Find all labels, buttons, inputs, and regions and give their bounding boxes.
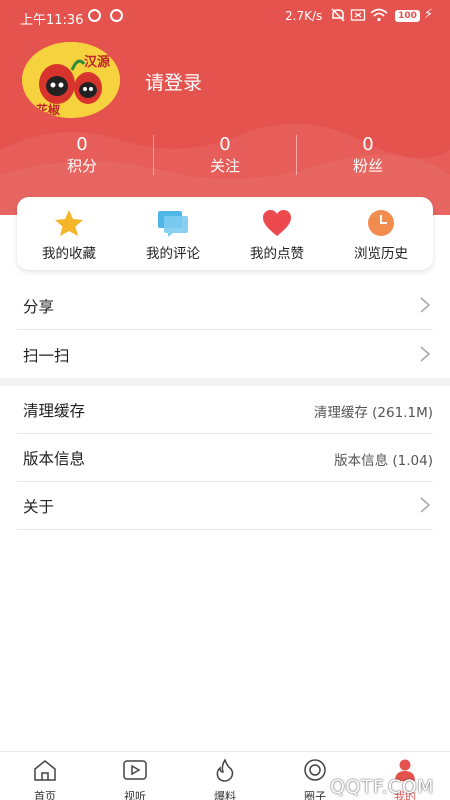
network-speed: 2.7K/s bbox=[285, 9, 323, 23]
comments-label: 我的评论 bbox=[146, 246, 200, 262]
stat-label: 粉丝 bbox=[352, 157, 383, 175]
likes-label: 我的点赞 bbox=[250, 246, 304, 262]
heart-icon bbox=[263, 210, 291, 236]
stat-value: 0 bbox=[362, 134, 374, 155]
svg-text:汉源: 汉源 bbox=[84, 54, 110, 70]
menu-label: 版本信息 bbox=[23, 450, 86, 468]
fire-icon bbox=[216, 758, 234, 782]
menu-item-version[interactable]: 版本信息 版本信息 (1.04) bbox=[17, 433, 433, 482]
favorites-button[interactable]: 我的收藏 bbox=[17, 209, 121, 262]
stat-label: 积分 bbox=[66, 157, 97, 175]
stat-value: 0 bbox=[219, 134, 231, 155]
battery-icon: 100 bbox=[395, 10, 420, 22]
notification-icon bbox=[110, 9, 123, 22]
tab-label: 首页 bbox=[34, 790, 56, 800]
menu-label: 清理缓存 bbox=[23, 402, 86, 420]
menu-item-share[interactable]: 分享 bbox=[17, 281, 433, 330]
menu-label: 关于 bbox=[23, 498, 55, 516]
chevron-right-icon bbox=[420, 497, 431, 513]
mute-icon bbox=[331, 8, 345, 22]
chevron-right-icon bbox=[420, 297, 431, 313]
divider bbox=[153, 135, 154, 175]
mascot-avatar-icon: 汉源 花椒 bbox=[22, 42, 120, 118]
tab-home[interactable]: 首页 bbox=[0, 758, 90, 800]
menu-item-clear-cache[interactable]: 清理缓存 清理缓存 (261.1M) bbox=[17, 385, 433, 434]
watermark: QQTF.COM bbox=[330, 776, 435, 798]
tab-label: 视听 bbox=[124, 790, 146, 800]
clock-icon bbox=[368, 210, 394, 236]
favorites-label: 我的收藏 bbox=[42, 246, 96, 262]
version-value: 版本信息 (1.04) bbox=[334, 453, 433, 469]
stat-value: 0 bbox=[76, 134, 88, 155]
profile-header: 上午11:36 2.7K/s 100 ⚡ 汉源 花椒 请登录 0 积分 0 关注… bbox=[0, 0, 450, 215]
stat-label: 关注 bbox=[209, 157, 240, 175]
status-bar: 上午11:36 2.7K/s 100 ⚡ bbox=[0, 0, 450, 30]
stat-following[interactable]: 0 关注 bbox=[165, 135, 285, 177]
tab-label: 爆料 bbox=[214, 790, 236, 800]
tab-video[interactable]: 视听 bbox=[90, 758, 180, 800]
sim-icon bbox=[350, 9, 366, 21]
tab-report[interactable]: 爆料 bbox=[180, 758, 270, 800]
status-time: 上午11:36 bbox=[20, 13, 84, 28]
wifi-icon bbox=[370, 8, 388, 22]
menu-item-scan[interactable]: 扫一扫 bbox=[17, 330, 433, 379]
comment-icon bbox=[158, 211, 188, 237]
comments-button[interactable]: 我的评论 bbox=[121, 209, 225, 262]
menu-item-about[interactable]: 关于 bbox=[17, 481, 433, 530]
likes-button[interactable]: 我的点赞 bbox=[225, 209, 329, 262]
history-button[interactable]: 浏览历史 bbox=[329, 209, 433, 262]
chevron-right-icon bbox=[420, 346, 431, 362]
charging-icon: ⚡ bbox=[424, 7, 434, 22]
quick-actions-card: 我的收藏 我的评论 我的点赞 浏览历史 bbox=[17, 197, 433, 270]
avatar[interactable]: 汉源 花椒 bbox=[22, 42, 120, 118]
circle-icon bbox=[304, 759, 326, 781]
home-icon bbox=[34, 760, 56, 781]
menu-label: 扫一扫 bbox=[23, 347, 70, 365]
cache-size-value: 清理缓存 (261.1M) bbox=[313, 405, 433, 421]
star-icon bbox=[55, 210, 83, 236]
menu-label: 分享 bbox=[23, 298, 55, 316]
login-prompt[interactable]: 请登录 bbox=[145, 68, 202, 95]
history-label: 浏览历史 bbox=[354, 246, 408, 262]
notification-icon bbox=[88, 9, 101, 22]
stat-followers[interactable]: 0 粉丝 bbox=[308, 135, 428, 177]
divider bbox=[296, 135, 297, 175]
stat-points[interactable]: 0 积分 bbox=[22, 135, 142, 177]
video-icon bbox=[123, 760, 147, 780]
